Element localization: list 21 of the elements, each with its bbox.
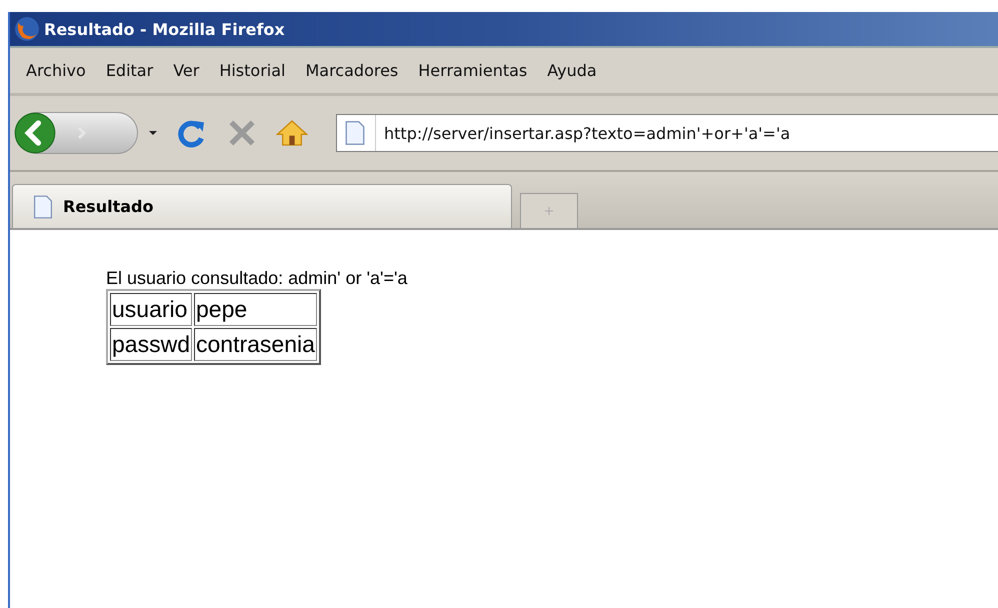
menu-item[interactable]: Marcadores xyxy=(297,61,406,80)
menu-item[interactable]: Historial xyxy=(211,61,294,80)
page-icon xyxy=(345,120,365,146)
window-title: Resultado - Mozilla Firefox xyxy=(44,20,285,38)
page-icon xyxy=(33,194,53,218)
address-bar[interactable]: http://server/insertar.asp?texto=admin'+or+'a'='a xyxy=(336,114,998,152)
table-cell: passwd xyxy=(110,328,192,361)
table-cell: contrasenia xyxy=(194,328,317,361)
menu-item[interactable]: Herramientas xyxy=(410,61,536,80)
menu-item[interactable]: Ayuda xyxy=(539,61,605,80)
new-tab-button[interactable] xyxy=(520,193,578,228)
table-cell: usuario xyxy=(110,293,192,326)
plus-icon xyxy=(544,206,554,216)
menu-item[interactable]: Editar xyxy=(98,61,162,80)
menu-item[interactable]: Ver xyxy=(165,61,208,80)
dropdown-caret-icon[interactable] xyxy=(148,130,158,136)
back-button[interactable] xyxy=(13,111,57,155)
menu-item[interactable]: Archivo xyxy=(18,61,94,80)
table-cell: pepe xyxy=(194,293,317,326)
result-text: El usuario consultado: admin' or 'a'='a xyxy=(106,268,408,289)
browser-tab[interactable]: Resultado xyxy=(12,184,512,228)
